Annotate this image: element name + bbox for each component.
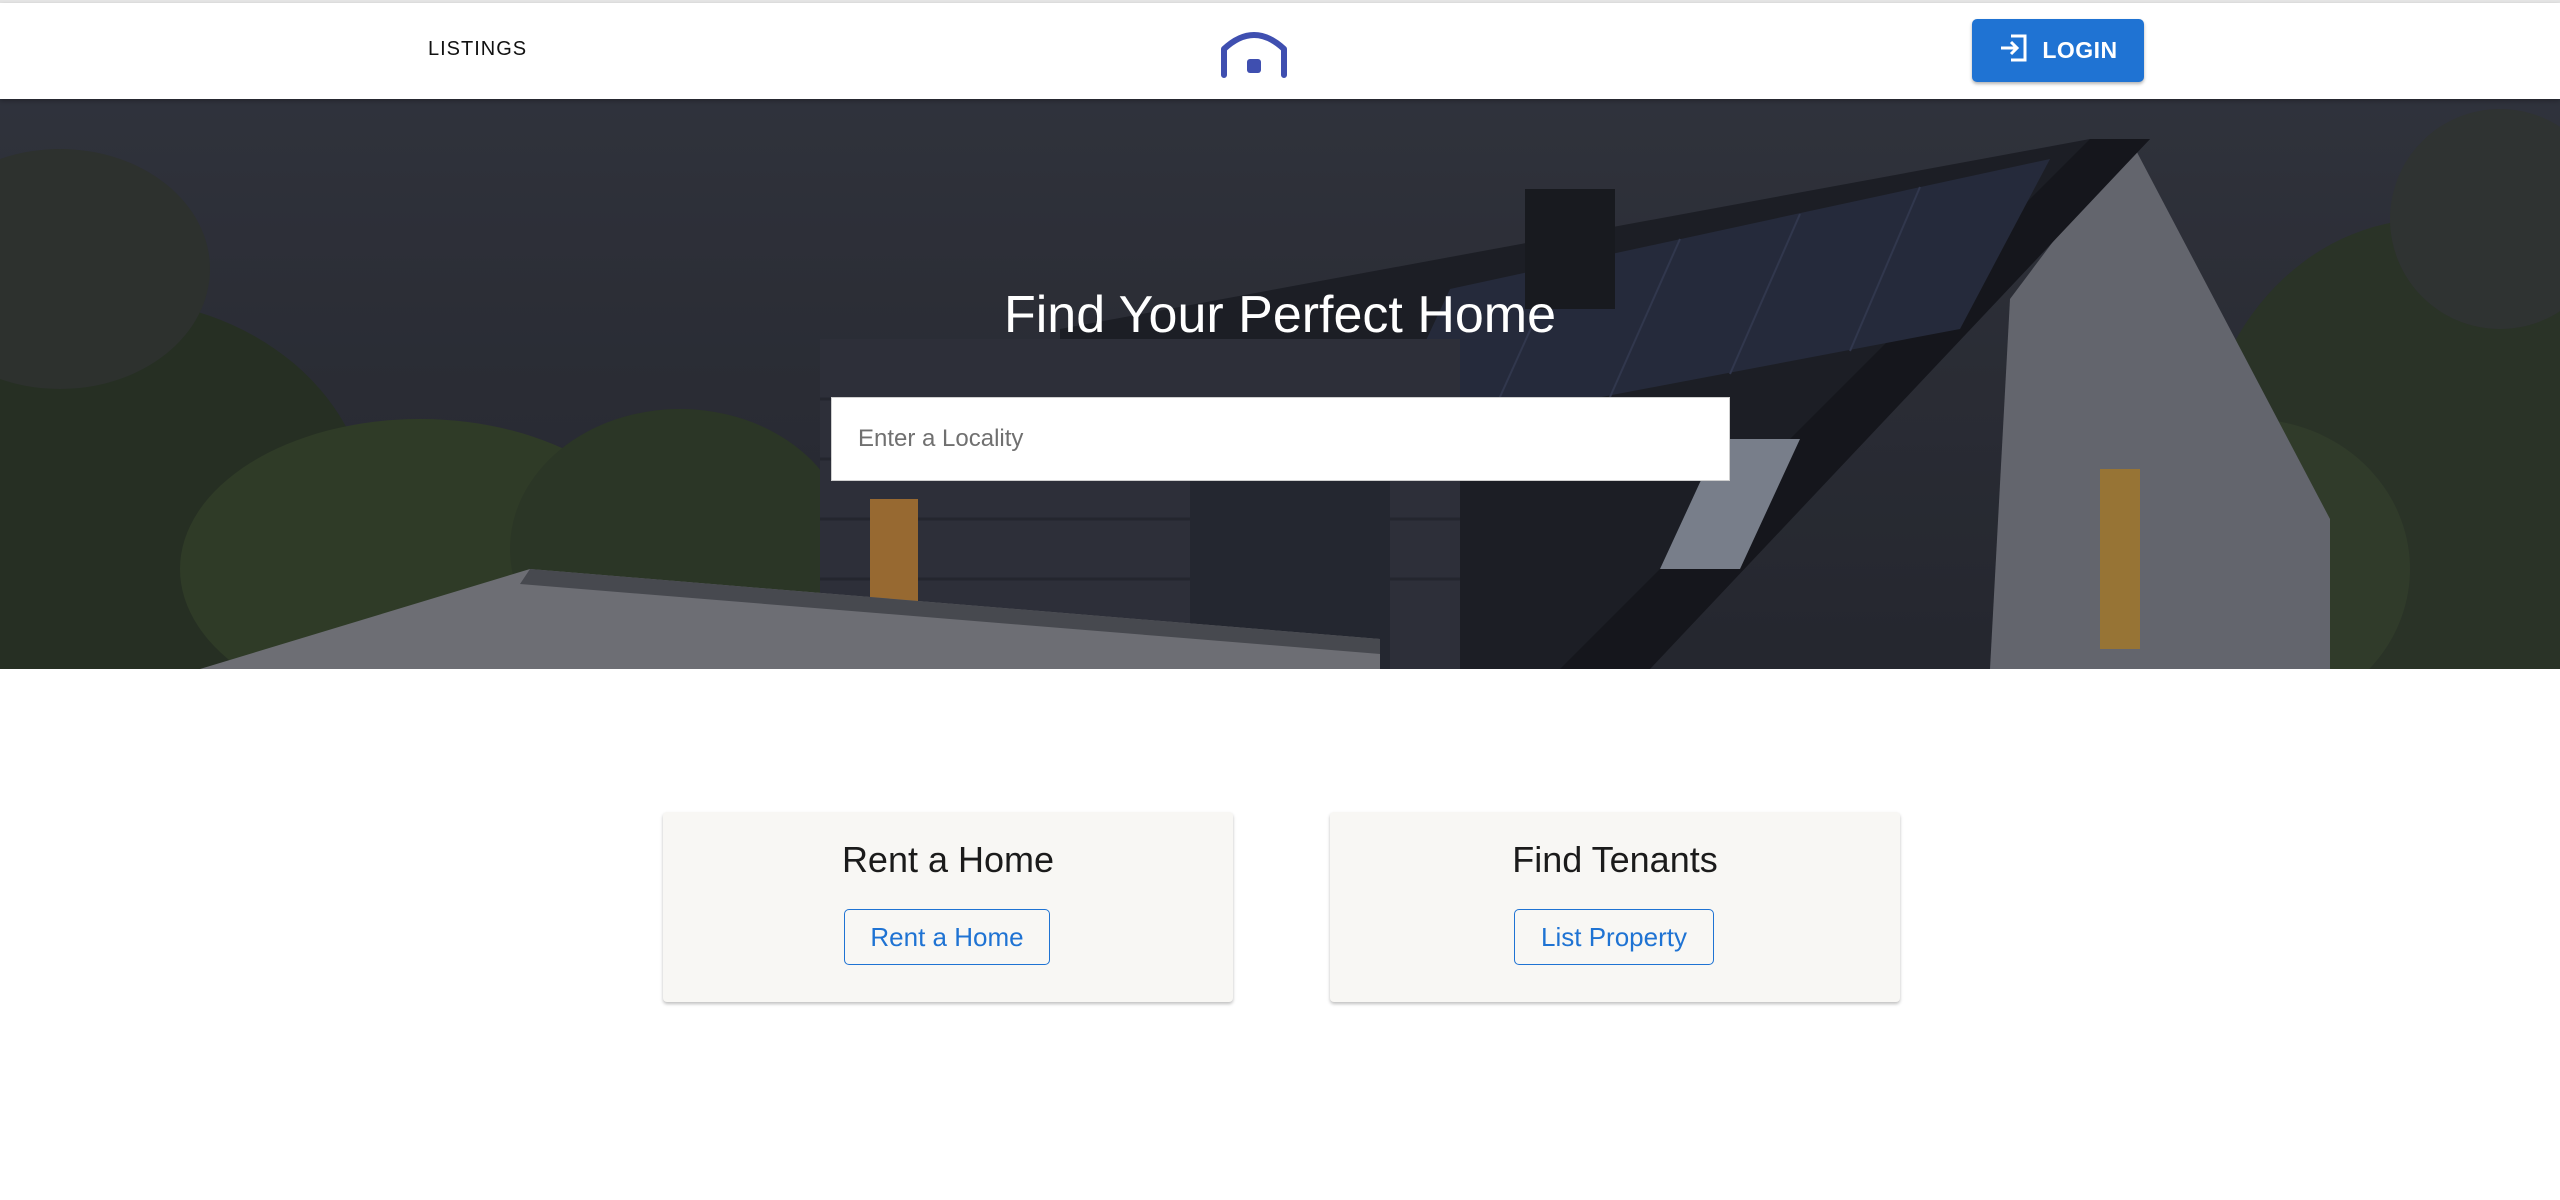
home-icon[interactable]	[1220, 23, 1288, 79]
hero-title: Find Your Perfect Home	[1003, 286, 1557, 344]
card-title: Find Tenants	[1512, 839, 1718, 880]
login-button[interactable]: LOGIN	[1972, 19, 2144, 82]
locality-search-input[interactable]	[831, 397, 1730, 481]
find-tenants-card: Find Tenants List Property	[1330, 812, 1900, 1002]
login-label: LOGIN	[2042, 37, 2118, 63]
rent-home-button[interactable]: Rent a Home	[844, 909, 1050, 965]
list-property-button[interactable]: List Property	[1514, 909, 1714, 965]
rent-home-card: Rent a Home Rent a Home	[663, 812, 1233, 1002]
top-navbar: LISTINGS LOGIN	[0, 3, 2560, 99]
nav-listings-link[interactable]: LISTINGS	[428, 38, 527, 61]
hero-banner: Find Your Perfect Home	[0, 99, 2560, 669]
hero-overlay	[0, 99, 2560, 669]
card-title: Rent a Home	[841, 839, 1055, 880]
login-icon	[1998, 32, 2030, 70]
